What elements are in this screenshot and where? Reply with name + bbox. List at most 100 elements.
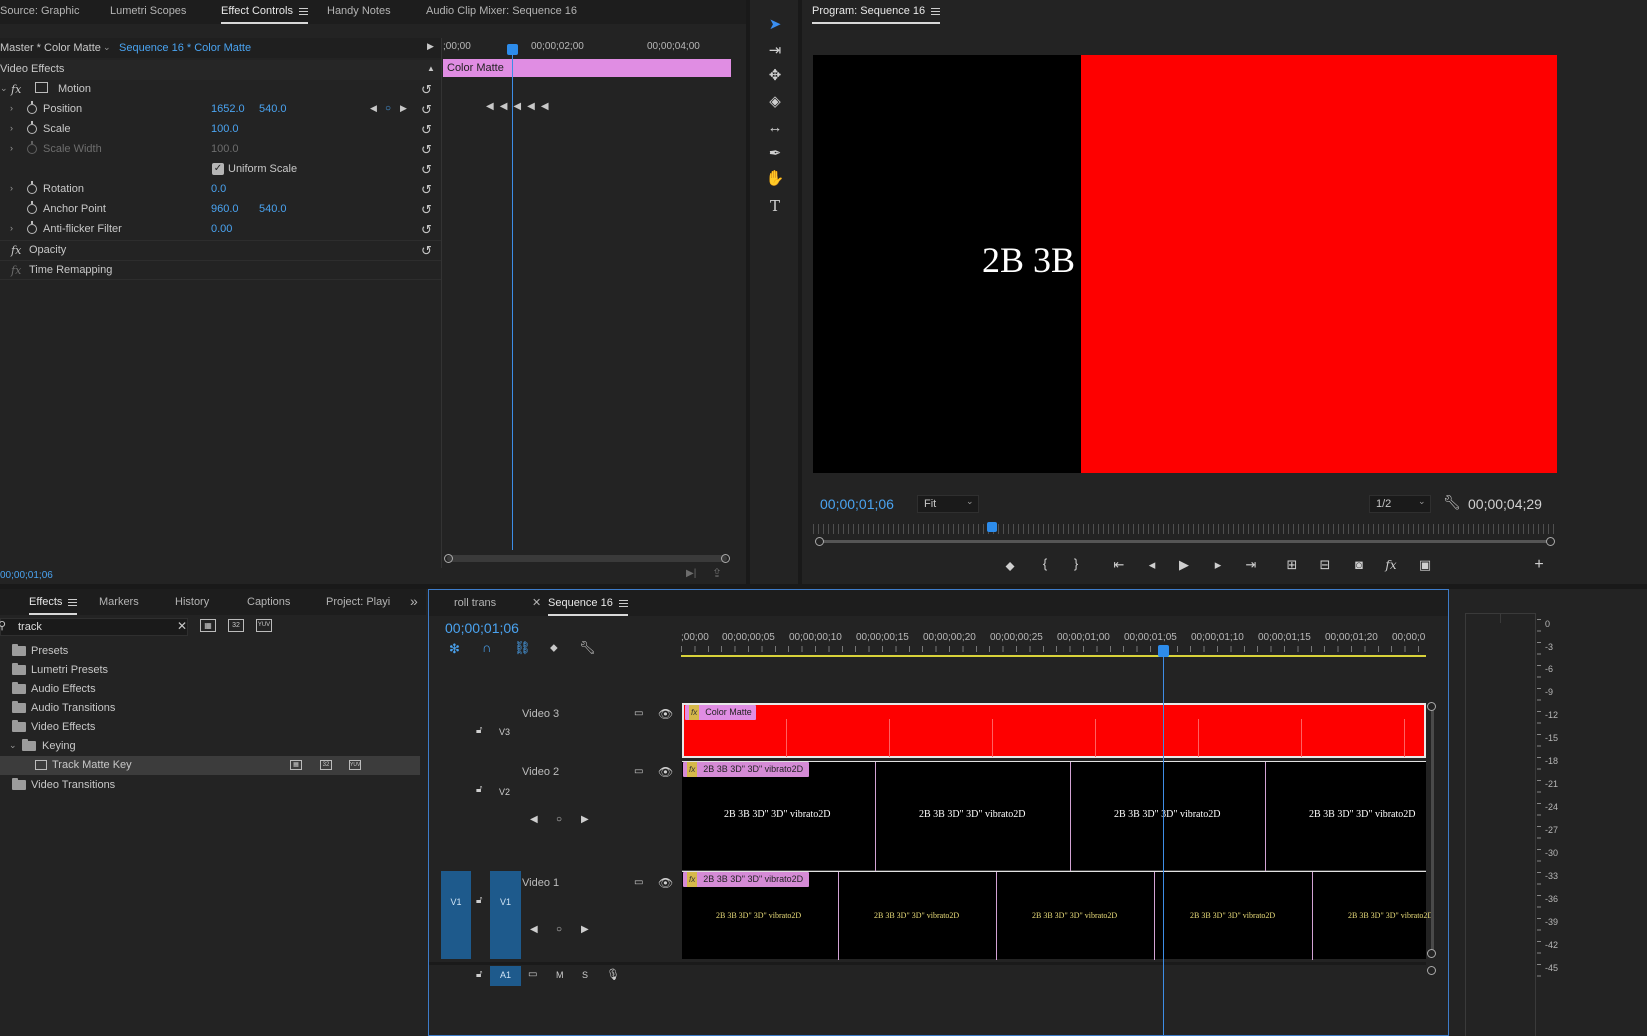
solo-button[interactable]: S — [582, 970, 588, 980]
track-name-v3[interactable]: Video 3 — [522, 708, 559, 720]
fx-icon[interactable]: fx — [11, 83, 21, 96]
resolution-dropdown[interactable]: 1/2 ⌄ — [1369, 495, 1431, 513]
scale-value[interactable]: 100.0 — [211, 123, 239, 135]
bin-audio-effects[interactable]: Audio Effects — [0, 680, 420, 699]
transform-icon[interactable] — [35, 82, 48, 93]
track-clip-v2[interactable]: 2B 3B 3D" 3D" vibrato2D 2B 3B 3D" 3D" vi… — [682, 761, 1426, 872]
ec-zoom-scrollbar[interactable] — [447, 555, 727, 562]
pen-tool-icon[interactable]: ✒ — [764, 143, 786, 165]
comparison-view-icon[interactable]: ▣ — [1416, 557, 1434, 573]
uniform-scale-checkbox[interactable]: ✓ — [212, 163, 224, 175]
add-keyframe-icon[interactable]: ○ — [556, 924, 562, 935]
mute-button[interactable]: M — [556, 970, 564, 980]
reset-icon[interactable]: ↺ — [421, 163, 435, 177]
accelerated-effects-icon[interactable]: ▦ — [200, 619, 216, 632]
tab-history[interactable]: History — [175, 596, 209, 608]
track-name-v2[interactable]: Video 2 — [522, 766, 559, 778]
add-marker-icon[interactable]: ⬥ — [1001, 558, 1019, 574]
reset-icon[interactable]: ↺ — [421, 83, 435, 97]
program-playhead[interactable] — [987, 522, 997, 532]
extract-icon[interactable]: ⊟ — [1316, 557, 1334, 573]
go-to-in-icon[interactable]: ⇤ — [1110, 557, 1128, 573]
timeline-ruler[interactable]: ;00;00 00;00;00;05 00;00;00;10 00;00;00;… — [681, 630, 1426, 658]
chevron-right-icon[interactable]: › — [10, 123, 13, 133]
tab-roll-trans[interactable]: roll trans — [454, 597, 496, 609]
hand-tool-icon[interactable]: ✋ — [764, 168, 786, 190]
clip-label-v2[interactable]: fx 2B 3B 3D" 3D" vibrato2D — [683, 762, 809, 777]
clip-label-v1[interactable]: fx 2B 3B 3D" 3D" vibrato2D — [683, 872, 809, 887]
opacity-row[interactable]: fx Opacity ↺ — [0, 240, 441, 260]
add-keyframe-icon[interactable]: ○ — [556, 814, 562, 825]
tab-effect-controls[interactable]: Effect Controls — [221, 5, 308, 24]
tab-lumetri-scopes[interactable]: Lumetri Scopes — [110, 5, 186, 17]
reset-icon[interactable]: ↺ — [421, 203, 435, 217]
stopwatch-icon[interactable] — [27, 221, 37, 234]
program-playhead-timecode[interactable]: 00;00;01;06 — [820, 496, 894, 512]
stopwatch-icon[interactable] — [27, 181, 37, 194]
bin-presets[interactable]: Presets — [0, 642, 420, 661]
position-x-value[interactable]: 1652.0 — [211, 103, 245, 115]
track-id-v3[interactable]: V3 — [499, 727, 510, 737]
snap-magnet-icon[interactable]: ∩ — [482, 640, 491, 655]
add-keyframe-icon[interactable]: ○ — [385, 103, 391, 114]
chevron-right-icon[interactable]: › — [10, 103, 13, 113]
reset-icon[interactable]: ↺ — [421, 123, 435, 137]
keyframe-icon[interactable]: ◀ — [513, 101, 527, 112]
tab-source[interactable]: Source: Graphic — [0, 5, 79, 17]
bin-audio-transitions[interactable]: Audio Transitions — [0, 699, 420, 718]
prev-keyframe-icon[interactable]: ◀ — [530, 814, 538, 825]
type-tool-icon[interactable]: T — [764, 195, 786, 217]
anchor-x-value[interactable]: 960.0 — [211, 203, 239, 215]
program-video-frame[interactable]: 2B 3B — [813, 55, 1557, 473]
scroll-handle-top[interactable] — [1427, 702, 1436, 711]
next-keyframe-icon[interactable]: ▶ — [581, 924, 589, 935]
timeline-settings-wrench-icon[interactable]: 🔧︎ — [579, 640, 596, 656]
source-patch-v1[interactable]: V1 — [441, 871, 471, 959]
play-only-icon[interactable]: ▶ — [427, 41, 434, 52]
effects-search-input[interactable]: track — [18, 621, 42, 633]
track-name-v1[interactable]: Video 1 — [522, 877, 559, 889]
reset-icon[interactable]: ↺ — [421, 103, 435, 117]
ec-clip-bar[interactable]: Color Matte — [443, 59, 731, 77]
settings-wrench-icon[interactable]: 🔧︎ — [1443, 494, 1461, 511]
scroll-handle-extra[interactable] — [1427, 966, 1436, 975]
timeline-timecode[interactable]: 00;00;01;06 — [445, 620, 519, 636]
time-remapping-row[interactable]: fx Time Remapping — [0, 260, 441, 280]
eye-icon[interactable]: 👁︎ — [658, 765, 673, 779]
eye-icon[interactable]: 👁︎ — [658, 707, 673, 721]
tab-captions[interactable]: Captions — [247, 596, 290, 608]
more-tabs-icon[interactable]: » — [410, 593, 418, 609]
bin-video-effects[interactable]: Video Effects — [0, 718, 420, 737]
tab-program[interactable]: Program: Sequence 16 — [812, 5, 941, 24]
bin-lumetri-presets[interactable]: Lumetri Presets — [0, 661, 420, 680]
prev-keyframe-icon[interactable]: ◀ — [370, 103, 377, 114]
program-zoom-handle-left[interactable] — [815, 537, 824, 546]
razor-tool-icon[interactable]: ◈ — [764, 91, 786, 113]
chevron-down-icon[interactable]: ⌄ — [0, 83, 8, 94]
next-keyframe-icon[interactable]: ▶ — [400, 103, 407, 114]
ripple-edit-tool-icon[interactable]: ✥ — [764, 65, 786, 87]
sync-lock-icon[interactable]: ▭ — [634, 766, 643, 777]
position-y-value[interactable]: 540.0 — [259, 103, 287, 115]
linked-selection-icon[interactable]: ⛓ — [514, 640, 531, 656]
32bit-effects-icon[interactable]: 32 — [228, 619, 244, 632]
fit-dropdown[interactable]: Fit ⌄ — [917, 495, 979, 513]
play-icon[interactable]: ▶ — [1175, 557, 1193, 573]
chevron-down-icon[interactable]: ⌄ — [9, 740, 17, 751]
panel-menu-icon[interactable] — [931, 7, 941, 15]
track-clip-v3[interactable] — [682, 703, 1426, 758]
go-to-out-icon[interactable]: ⇥ — [1242, 557, 1260, 573]
tab-sequence-16[interactable]: Sequence 16 — [548, 597, 628, 616]
nest-toggle-icon[interactable]: ❇ — [449, 641, 460, 657]
tab-audio-clip-mixer[interactable]: Audio Clip Mixer: Sequence 16 — [426, 5, 577, 17]
program-zoom-bar[interactable] — [820, 540, 1550, 543]
export-icon[interactable]: ⇪ — [712, 566, 722, 580]
clear-search-icon[interactable]: ✕ — [177, 619, 187, 633]
ec-zoom-handle-left[interactable] — [444, 554, 453, 563]
effect-track-matte-key[interactable]: Track Matte Key ▦ 32 YUV — [0, 756, 420, 775]
chevron-right-icon[interactable]: › — [10, 223, 13, 233]
panel-menu-icon[interactable] — [68, 598, 78, 606]
prev-keyframe-icon[interactable]: ◀ — [530, 924, 538, 935]
track-target-v1[interactable]: V1 — [490, 871, 521, 959]
clip-label-v3[interactable]: fx Color Matte — [685, 705, 756, 720]
